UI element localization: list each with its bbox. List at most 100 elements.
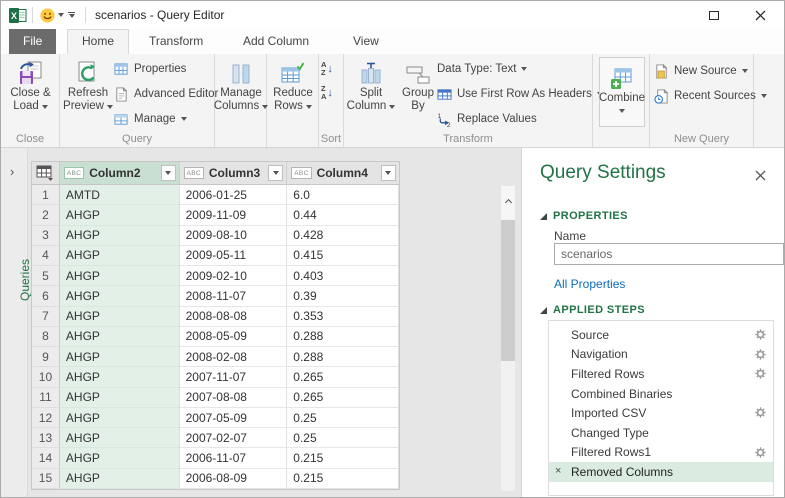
tab-home[interactable]: Home	[67, 29, 130, 54]
cell[interactable]: AHGP	[59, 286, 180, 307]
applied-step[interactable]: Imported CSV	[549, 403, 773, 423]
combine-button[interactable]: Combine	[599, 57, 645, 127]
vertical-scrollbar[interactable]	[501, 186, 515, 491]
cell[interactable]: 2008-11-07	[179, 286, 288, 307]
expand-queries-icon[interactable]: ›	[10, 164, 14, 179]
row-number[interactable]: 4	[32, 245, 60, 267]
row-number[interactable]: 2	[32, 205, 60, 226]
applied-steps-section-header[interactable]: APPLIED STEPS	[540, 304, 645, 316]
sort-ascending-button[interactable]: A Z ↓	[321, 58, 333, 80]
applied-step[interactable]: Combined Binaries	[549, 384, 773, 404]
row-number[interactable]: 14	[32, 448, 60, 469]
applied-step[interactable]: × Removed Columns	[549, 462, 773, 482]
excel-icon[interactable]: X	[9, 1, 27, 29]
scroll-up-button[interactable]	[501, 186, 515, 219]
select-all-corner-button[interactable]	[32, 162, 60, 184]
cell[interactable]: 2006-01-25	[179, 185, 288, 206]
cell[interactable]: 0.403	[287, 266, 399, 287]
gear-icon[interactable]	[755, 348, 766, 363]
use-first-row-button[interactable]: Use First Row As Headers	[437, 83, 603, 105]
advanced-editor-button[interactable]: Advanced Editor	[114, 83, 218, 105]
filter-dropdown-button[interactable]	[380, 165, 396, 181]
row-number[interactable]: 10	[32, 367, 60, 388]
close-settings-button[interactable]	[755, 170, 766, 184]
cell[interactable]: AHGP	[59, 306, 180, 327]
cell[interactable]: 2006-11-07	[179, 448, 288, 469]
cell[interactable]: 0.288	[287, 326, 399, 348]
sort-descending-button[interactable]: Z A ↓	[321, 82, 333, 104]
feedback-smiley-button[interactable]	[40, 1, 64, 29]
cell[interactable]: AHGP	[59, 428, 180, 449]
gear-icon[interactable]	[755, 407, 766, 421]
cell[interactable]: 2009-02-10	[179, 266, 288, 287]
cell[interactable]: AHGP	[59, 326, 180, 348]
applied-step[interactable]: Navigation	[549, 345, 773, 365]
row-number[interactable]: 11	[32, 387, 60, 408]
cell[interactable]: 0.44	[287, 205, 399, 226]
recent-sources-button[interactable]: Recent Sources	[654, 85, 767, 107]
cell[interactable]: 2007-11-07	[179, 367, 288, 388]
tab-transform[interactable]: Transform	[135, 29, 217, 54]
cell[interactable]: 2009-11-09	[179, 205, 288, 226]
manage-button[interactable]: Manage	[114, 108, 187, 130]
filter-dropdown-button[interactable]	[268, 165, 284, 181]
cell[interactable]: 0.215	[287, 468, 399, 489]
cell[interactable]: AHGP	[59, 347, 180, 368]
applied-step[interactable]: Filtered Rows1	[549, 443, 773, 463]
cell[interactable]: 0.265	[287, 387, 399, 408]
cell[interactable]: 0.39	[287, 286, 399, 307]
close-and-load-button[interactable]: Close & Load	[4, 57, 57, 113]
group-by-button[interactable]: Group By	[400, 57, 436, 113]
row-number[interactable]: 13	[32, 428, 60, 449]
cell[interactable]: AHGP	[59, 266, 180, 287]
manage-columns-button[interactable]: Manage Columns	[214, 57, 269, 113]
cell[interactable]: 2007-08-08	[179, 387, 288, 408]
cell[interactable]: 2007-02-07	[179, 428, 288, 449]
cell[interactable]: AHGP	[59, 407, 180, 429]
all-properties-link[interactable]: All Properties	[554, 277, 625, 291]
gear-icon[interactable]	[755, 368, 766, 382]
queries-pane-collapsed[interactable]: › Queries	[1, 148, 32, 497]
tab-add-column[interactable]: Add Column	[229, 29, 323, 54]
cell[interactable]: AHGP	[59, 205, 180, 226]
row-number[interactable]: 7	[32, 306, 60, 327]
cell[interactable]: AHGP	[59, 245, 180, 267]
tab-view[interactable]: View	[339, 29, 393, 54]
refresh-preview-button[interactable]: Refresh Preview	[63, 57, 113, 113]
cell[interactable]: 6.0	[287, 185, 399, 206]
cell[interactable]: 0.215	[287, 448, 399, 469]
cell[interactable]: 0.353	[287, 306, 399, 327]
maximize-button[interactable]	[691, 1, 737, 29]
column-header-column2[interactable]: ABC Column2	[59, 162, 180, 184]
column-header-column4[interactable]: ABC Column4	[287, 162, 399, 184]
customize-quick-access-toolbar-button[interactable]	[68, 1, 75, 29]
new-source-button[interactable]: New Source	[654, 60, 748, 82]
properties-button[interactable]: Properties	[114, 58, 186, 80]
close-window-button[interactable]	[737, 1, 783, 29]
row-number[interactable]: 1	[32, 185, 60, 206]
gear-icon[interactable]	[755, 446, 766, 461]
cell[interactable]: 2008-05-09	[179, 326, 288, 348]
row-number[interactable]: 6	[32, 286, 60, 307]
column-header-column3[interactable]: ABC Column3	[179, 162, 288, 184]
cell[interactable]: 2009-08-10	[179, 225, 288, 246]
row-number[interactable]: 8	[32, 326, 60, 348]
cell[interactable]: 0.415	[287, 245, 399, 267]
cell[interactable]: AHGP	[59, 225, 180, 246]
row-number[interactable]: 5	[32, 266, 60, 287]
row-number[interactable]: 15	[32, 468, 60, 489]
cell[interactable]: 2006-08-09	[179, 468, 288, 489]
cell[interactable]: 2009-05-11	[179, 245, 288, 267]
cell[interactable]: 2007-05-09	[179, 407, 288, 429]
row-number[interactable]: 3	[32, 225, 60, 246]
cell[interactable]: 0.265	[287, 367, 399, 388]
filter-dropdown-button[interactable]	[160, 165, 176, 181]
tab-file[interactable]: File	[9, 29, 57, 54]
properties-section-header[interactable]: PROPERTIES	[540, 210, 628, 222]
applied-step[interactable]: Changed Type	[549, 423, 773, 443]
gear-icon[interactable]	[755, 329, 766, 343]
cell[interactable]: AHGP	[59, 468, 180, 489]
cell[interactable]: 0.428	[287, 225, 399, 246]
cell[interactable]: 2008-02-08	[179, 347, 288, 368]
cell[interactable]: AHGP	[59, 387, 180, 408]
